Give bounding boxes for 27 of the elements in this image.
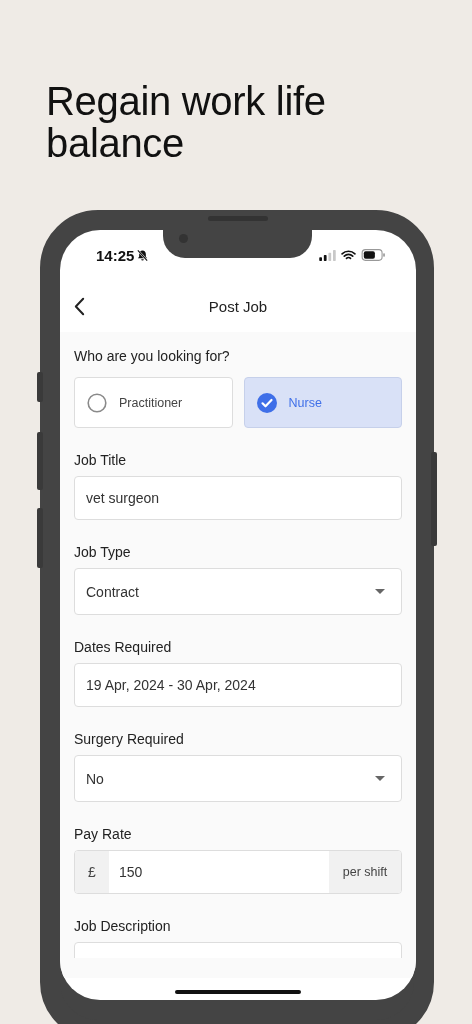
field-label: Who are you looking for? xyxy=(74,347,230,366)
screen-title: Post Job xyxy=(208,297,268,315)
headline: Regain work life balance xyxy=(45,78,327,167)
currency-prefix: £ xyxy=(75,851,109,893)
battery-icon xyxy=(361,249,386,261)
input-field[interactable]: 19 Apr, 2024 - 30 Apr, 2024 xyxy=(74,663,402,707)
field-label: Job Title xyxy=(74,451,127,470)
wifi-icon xyxy=(341,249,356,261)
dropdown-field[interactable]: Contract xyxy=(74,568,402,615)
status-time: 14:25 xyxy=(96,246,135,264)
field-label: Pay Rate xyxy=(74,825,132,844)
pay-rate-field[interactable]: £ 150 per shift xyxy=(74,850,402,894)
caret-icon xyxy=(375,589,385,594)
unit-suffix: per shift xyxy=(329,851,401,893)
field-label: Job Description xyxy=(74,917,171,936)
check-circle-icon xyxy=(256,392,277,413)
caret-icon xyxy=(375,776,385,781)
role-option[interactable]: Nurse xyxy=(243,377,402,428)
dropdown-field[interactable]: No xyxy=(74,755,402,802)
field-label: Job Type xyxy=(74,543,131,562)
field-label: Dates Required xyxy=(74,638,172,657)
field-label: Surgery Required xyxy=(74,730,184,749)
radio-icon xyxy=(87,392,107,413)
input-field[interactable]: vet surgeon xyxy=(74,476,402,520)
role-option[interactable]: Practitioner xyxy=(74,377,233,428)
signal-icon xyxy=(319,249,336,261)
back-icon[interactable] xyxy=(74,296,85,316)
